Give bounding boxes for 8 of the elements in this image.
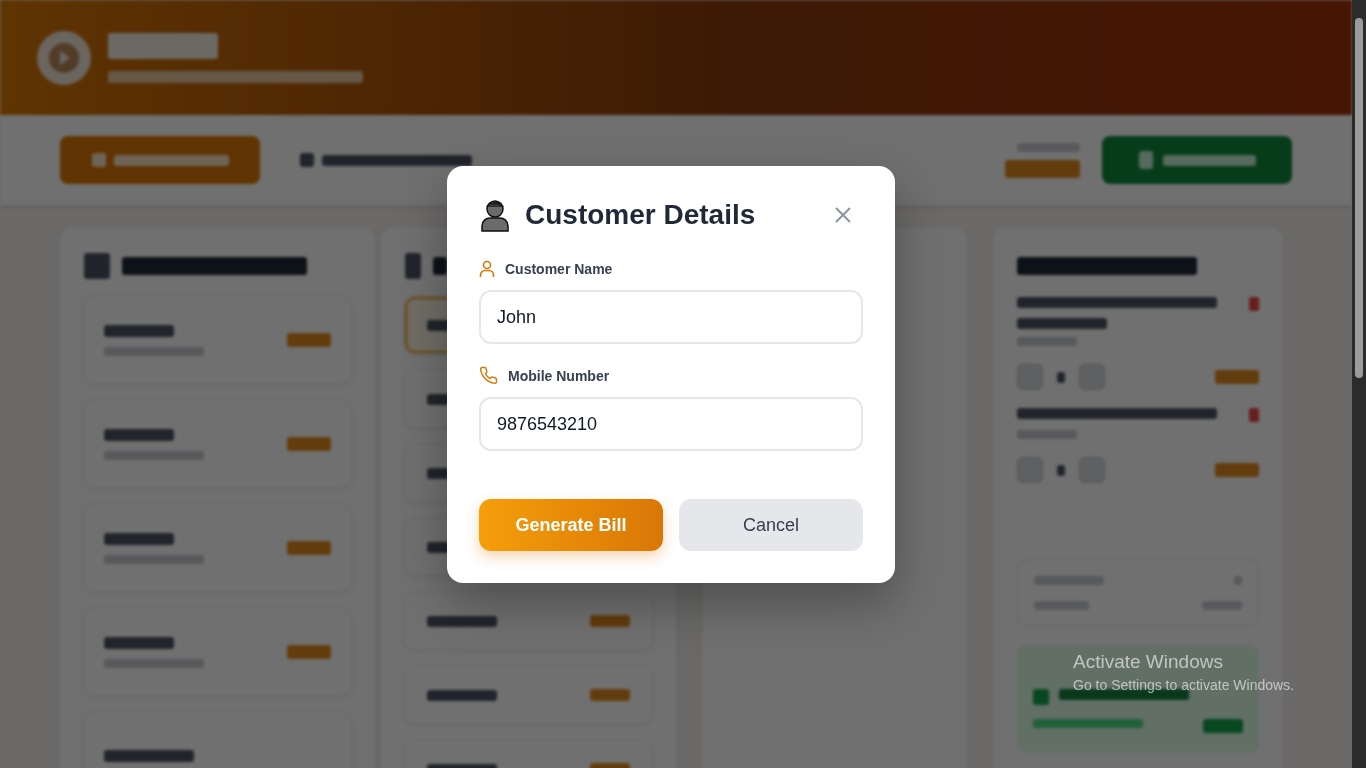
- dialog-title: Customer Details: [525, 199, 757, 231]
- field-label: Mobile Number: [508, 367, 610, 384]
- mobile-field[interactable]: 9876543210: [479, 397, 863, 451]
- activation-text: Go to Settings to activate Windows.: [1073, 677, 1294, 693]
- field-label: Customer Name: [505, 261, 613, 277]
- activation-title: Activate Windows: [1073, 651, 1224, 673]
- cancel-button[interactable]: Cancel: [679, 499, 863, 551]
- name-field[interactable]: John: [479, 290, 863, 344]
